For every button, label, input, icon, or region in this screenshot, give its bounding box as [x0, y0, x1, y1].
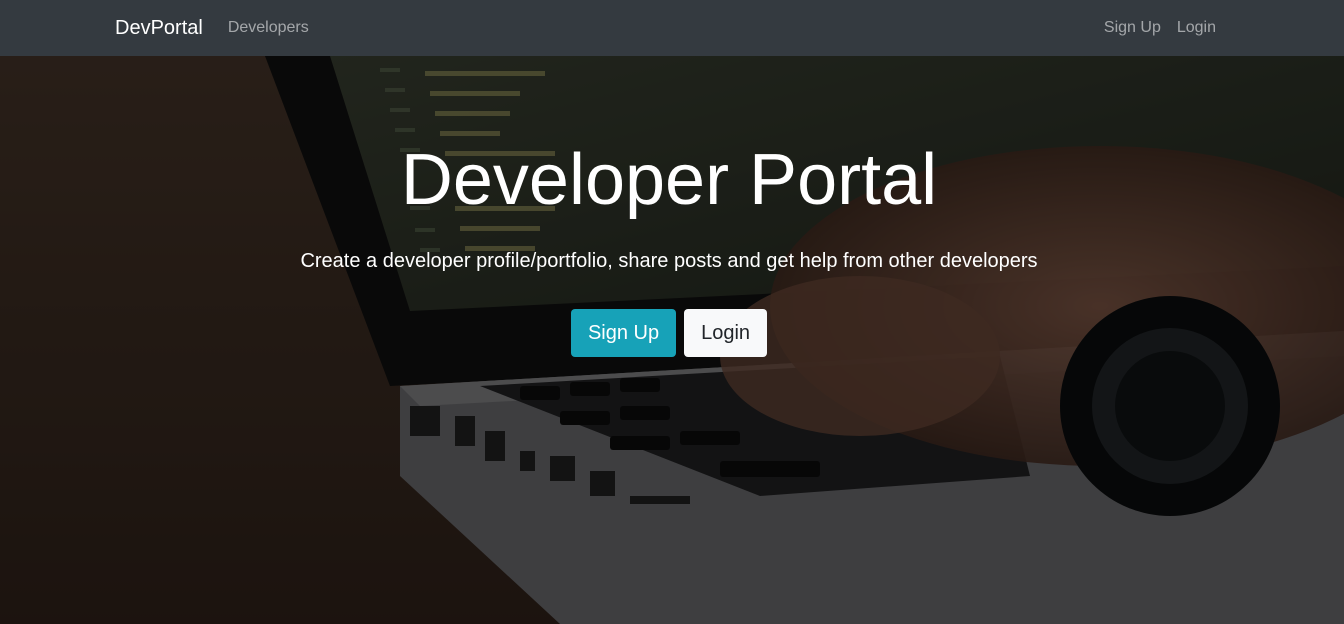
sign-up-button[interactable]: Sign Up	[570, 309, 677, 357]
hero-lead-text: Create a developer profile/portfolio, sh…	[300, 250, 1038, 272]
nav-link-sign-up[interactable]: Sign Up	[1104, 19, 1161, 37]
hero-button-group: Sign Up Login	[0, 309, 1338, 357]
nav-link-developers[interactable]: Developers	[228, 19, 309, 37]
brand-link[interactable]: DevPortal	[115, 17, 203, 40]
navbar: DevPortal Developers Sign Up Login	[0, 0, 1344, 56]
landing-hero: Developer Portal Create a developer prof…	[0, 56, 1344, 624]
nav-link-login[interactable]: Login	[1177, 19, 1216, 37]
navbar-container: DevPortal Developers Sign Up Login	[115, 0, 1216, 56]
hero-title: Developer Portal	[400, 140, 938, 220]
navbar-right: Sign Up Login	[1104, 19, 1216, 37]
login-button[interactable]: Login	[684, 309, 768, 357]
